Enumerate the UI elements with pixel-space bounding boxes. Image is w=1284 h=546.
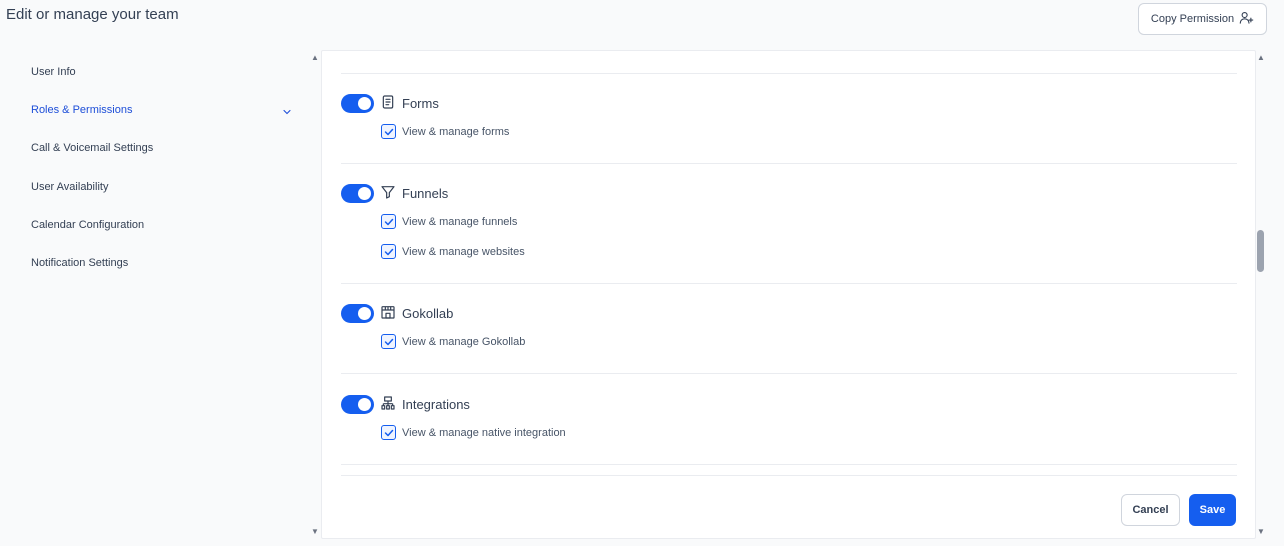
divider [341, 283, 1237, 284]
forms-toggle[interactable] [341, 94, 374, 113]
funnel-filter-icon [380, 184, 396, 200]
funnels-view-manage-checkbox[interactable] [381, 214, 396, 229]
divider [341, 73, 1237, 74]
sidebar-item-roles-permissions[interactable]: Roles & Permissions [31, 104, 132, 116]
cancel-button[interactable]: Cancel [1121, 494, 1180, 526]
sidebar-item-user-availability[interactable]: User Availability [31, 181, 108, 193]
sitemap-icon [380, 395, 396, 411]
forms-section-title: Forms [402, 96, 439, 111]
integrations-section-title: Integrations [402, 397, 470, 412]
user-plus-icon [1239, 10, 1254, 28]
funnels-view-manage-label: View & manage funnels [402, 216, 518, 228]
sidebar-item-call-voicemail[interactable]: Call & Voicemail Settings [31, 142, 153, 154]
forms-view-manage-label: View & manage forms [402, 126, 510, 138]
sidebar-item-user-info[interactable]: User Info [31, 66, 76, 78]
scroll-up-arrow[interactable]: ▲ [311, 54, 319, 62]
save-button[interactable]: Save [1189, 494, 1236, 526]
page-title: Edit or manage your team [6, 6, 179, 23]
form-document-icon [380, 94, 396, 110]
gokollab-section-title: Gokollab [402, 306, 454, 321]
scroll-down-arrow[interactable]: ▼ [311, 528, 319, 536]
funnels-toggle[interactable] [341, 184, 374, 203]
funnels-section-title: Funnels [402, 186, 449, 201]
permissions-panel: Forms View & manage forms Funnels View &… [321, 50, 1256, 539]
sidebar-item-calendar-configuration[interactable]: Calendar Configuration [31, 219, 144, 231]
websites-view-manage-checkbox[interactable] [381, 244, 396, 259]
sidebar-item-notification-settings[interactable]: Notification Settings [31, 257, 128, 269]
footer-divider [341, 475, 1237, 476]
copy-permission-label: Copy Permission [1150, 13, 1235, 25]
divider [341, 373, 1237, 374]
divider [341, 464, 1237, 465]
integrations-view-manage-label: View & manage native integration [402, 427, 566, 439]
copy-permission-button[interactable]: Copy Permission [1138, 3, 1267, 35]
integrations-view-manage-checkbox[interactable] [381, 425, 396, 440]
gokollab-view-manage-label: View & manage Gokollab [402, 336, 526, 348]
divider [341, 163, 1237, 164]
forms-view-manage-checkbox[interactable] [381, 124, 396, 139]
chevron-down-icon[interactable] [281, 105, 293, 117]
scrollbar-thumb[interactable] [1257, 230, 1264, 272]
storefront-icon [380, 304, 396, 320]
integrations-toggle[interactable] [341, 395, 374, 414]
websites-view-manage-label: View & manage websites [402, 246, 525, 258]
gokollab-toggle[interactable] [341, 304, 374, 323]
scroll-up-arrow[interactable]: ▲ [1257, 54, 1265, 62]
gokollab-view-manage-checkbox[interactable] [381, 334, 396, 349]
scroll-down-arrow[interactable]: ▼ [1257, 528, 1265, 536]
